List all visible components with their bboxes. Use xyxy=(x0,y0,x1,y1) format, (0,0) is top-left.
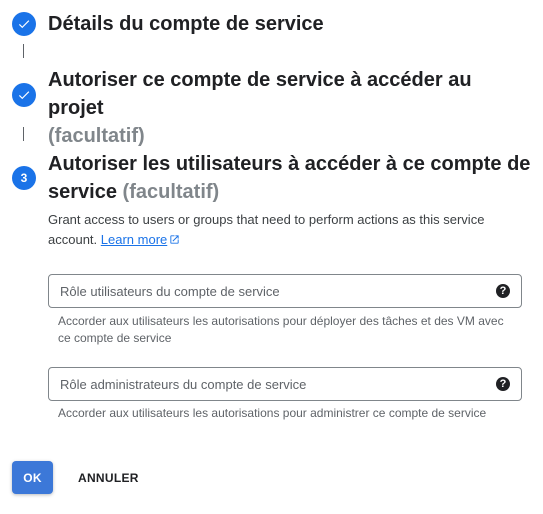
step-description: Grant access to users or groups that nee… xyxy=(48,210,508,251)
step-3-number: 3 xyxy=(20,171,28,185)
learn-more-label: Learn more xyxy=(100,232,168,247)
step-3-number-icon: 3 xyxy=(12,166,36,190)
admins-role-hint: Accorder aux utilisateurs les autorisati… xyxy=(58,406,487,420)
step-1-check-icon xyxy=(12,12,36,36)
step-2-check-icon xyxy=(12,83,36,107)
external-link-icon xyxy=(169,231,180,251)
step-connector xyxy=(23,127,24,141)
users-role-hint: Accorder aux utilisateurs les autorisati… xyxy=(58,314,504,345)
help-icon[interactable]: ? xyxy=(496,284,510,298)
service-account-stepper: Détails du compte de service Autoriser c… xyxy=(0,0,543,514)
service-account-users-role-field[interactable]: ? xyxy=(48,274,522,308)
step-1-title[interactable]: Détails du compte de service xyxy=(48,10,531,38)
step-3-title: Autoriser les utilisateurs à accéder à c… xyxy=(48,150,531,206)
step-2-title-text: Autoriser ce compte de service à accéder… xyxy=(48,69,472,119)
users-role-input[interactable] xyxy=(49,275,496,307)
admins-role-input[interactable] xyxy=(49,368,496,400)
step-2-title[interactable]: Autoriser ce compte de service à accéder… xyxy=(48,66,531,150)
step-3-title-text: Autoriser les utilisateurs à accéder à c… xyxy=(48,153,531,203)
step-2-optional-label: (facultatif) xyxy=(48,125,145,147)
step-connector xyxy=(23,44,24,58)
ok-button[interactable]: OK xyxy=(12,461,53,494)
step-1-title-text: Détails du compte de service xyxy=(48,13,324,35)
learn-more-link[interactable]: Learn more xyxy=(101,232,180,247)
cancel-button[interactable]: ANNULER xyxy=(68,461,149,494)
service-account-admins-role-field[interactable]: ? xyxy=(48,367,522,401)
step-3-optional-label: (facultatif) xyxy=(122,181,220,203)
help-icon[interactable]: ? xyxy=(496,377,510,391)
